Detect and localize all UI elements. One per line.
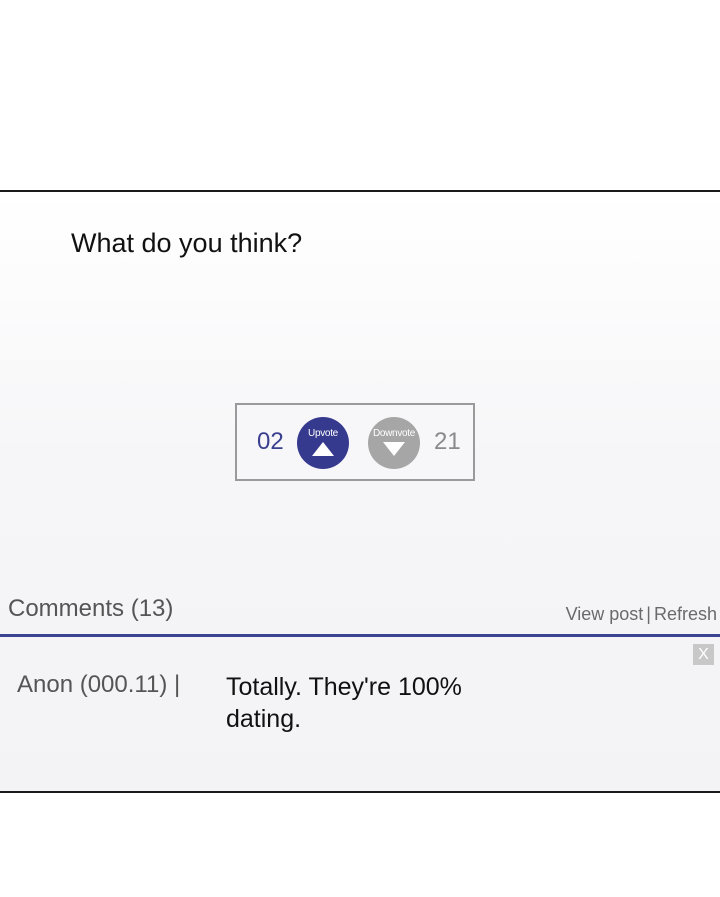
upvote-label: Upvote: [308, 428, 338, 439]
downvote-count: 21: [434, 428, 461, 455]
comments-divider: [0, 634, 720, 637]
refresh-link[interactable]: Refresh: [654, 604, 717, 624]
downvote-button[interactable]: Downvote: [368, 417, 420, 469]
poll-panel: What do you think? 02 Upvote Downvote 21…: [0, 190, 720, 793]
upvote-count: 02: [257, 428, 284, 455]
comment-text: Totally. They're 100% dating.: [226, 673, 462, 733]
downvote-label: Downvote: [372, 428, 416, 439]
comments-heading: Comments (13): [8, 595, 174, 622]
arrow-up-icon: [312, 442, 334, 456]
question-title: What do you think?: [71, 228, 303, 258]
comment-author: Anon (000.11) |: [17, 671, 181, 698]
link-separator: |: [646, 604, 651, 624]
upvote-button[interactable]: Upvote: [297, 417, 349, 469]
comment-links: View post | Refresh: [566, 604, 717, 625]
close-icon[interactable]: X: [693, 644, 714, 665]
view-post-link[interactable]: View post: [566, 604, 644, 624]
vote-widget: 02 Upvote Downvote 21: [235, 403, 475, 481]
arrow-down-icon: [383, 442, 405, 456]
